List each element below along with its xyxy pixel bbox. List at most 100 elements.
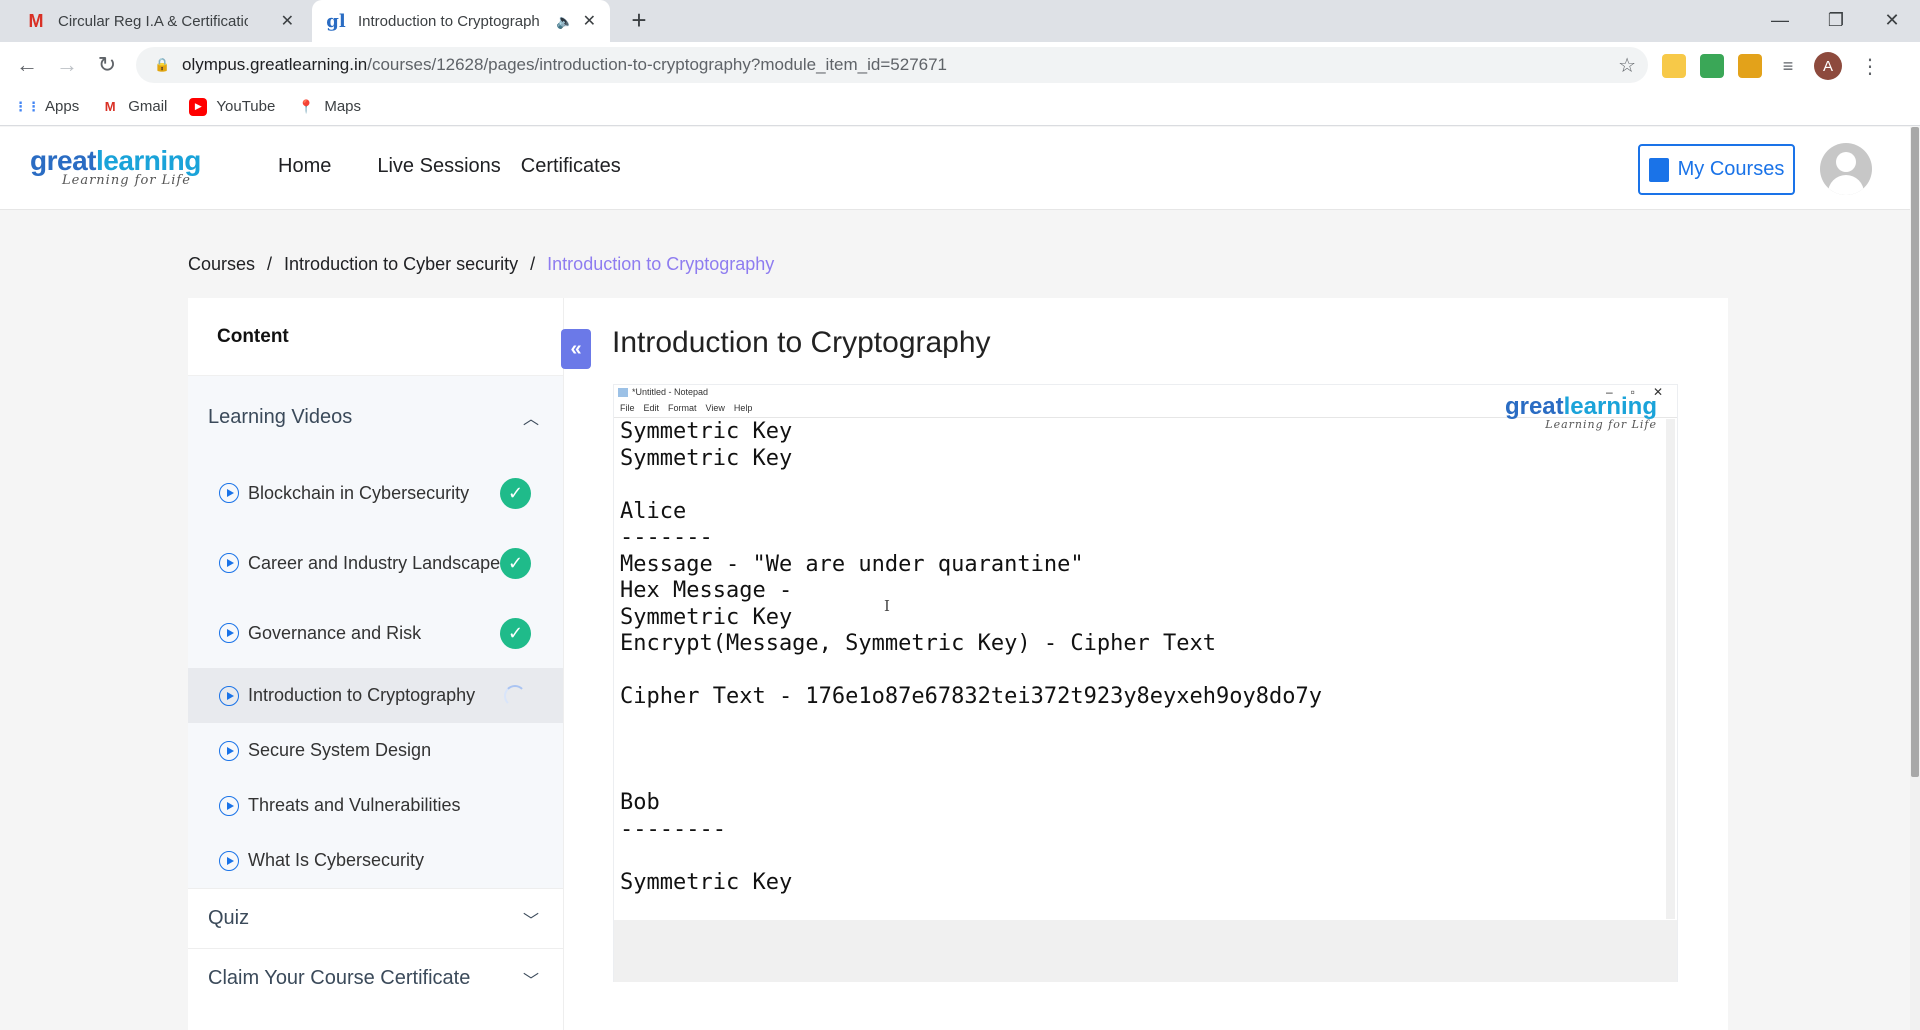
play-circle-icon: [219, 553, 239, 573]
chevron-down-icon[interactable]: ﹀: [523, 907, 539, 931]
browser-menu-icon[interactable]: ⋮: [1860, 54, 1880, 79]
notepad-line: Symmetric Key: [620, 445, 793, 471]
video-item[interactable]: Career and Industry Landscape ✓: [188, 528, 563, 598]
browser-tab-gmail[interactable]: M Circular Reg I.A & Certifications/ ✕: [12, 0, 308, 42]
notepad-line: [620, 737, 1322, 764]
bookmark-apps[interactable]: ⋮⋮ Apps: [14, 98, 80, 116]
greatlearning-logo[interactable]: greatlearning Learning for Life: [30, 145, 201, 188]
youtube-icon: ▶: [189, 97, 208, 116]
video-player[interactable]: *Untitled - Notepad File Edit Format Vie…: [613, 384, 1678, 982]
logo-tagline: Learning for Life: [62, 173, 191, 188]
bookmark-label: Gmail: [128, 98, 168, 115]
breadcrumb-course[interactable]: Introduction to Cyber security: [284, 254, 518, 275]
notepad-line: Hex Message -: [620, 578, 793, 603]
extension-money-icon[interactable]: [1738, 54, 1762, 78]
forward-icon[interactable]: →: [52, 50, 82, 80]
video-item[interactable]: Secure System Design: [188, 723, 563, 778]
media-control-icon[interactable]: ≡: [1776, 54, 1800, 78]
section-label: Quiz: [208, 907, 250, 929]
close-tab-icon[interactable]: ✕: [583, 11, 596, 31]
notepad-line: [620, 658, 1322, 685]
reload-icon[interactable]: ↻: [92, 50, 122, 80]
notepad-menu-item: Help: [733, 403, 753, 413]
scrollbar-thumb[interactable]: [1911, 127, 1919, 777]
greatlearning-favicon-icon: gl: [326, 10, 346, 32]
browser-toolbar: ← → ↻ 🔒 olympus.greatlearning.in/courses…: [0, 42, 1920, 88]
logo-great: great: [30, 145, 96, 176]
video-item[interactable]: Blockchain in Cybersecurity ✓: [188, 458, 563, 528]
section-quiz[interactable]: Quiz ﹀: [188, 888, 563, 948]
section-label: Claim Your Course Certificate: [208, 967, 471, 989]
sidebar-heading: Content: [188, 298, 563, 376]
video-item-label: Introduction to Cryptography: [248, 685, 476, 705]
notepad-line: --------: [620, 816, 726, 842]
logo-learning: learning: [95, 145, 201, 176]
page-scrollbar[interactable]: [1910, 127, 1920, 1030]
gmail-icon: M: [104, 99, 116, 114]
notepad-line: Symmetric Key: [620, 604, 793, 630]
video-item[interactable]: What Is Cybersecurity: [188, 833, 563, 888]
notepad-icon: [618, 387, 628, 397]
completed-check-icon: ✓: [500, 617, 531, 649]
url-domain: olympus.greatlearning.in: [182, 55, 368, 74]
video-frame[interactable]: *Untitled - Notepad File Edit Format Vie…: [614, 385, 1677, 920]
nav-certificates[interactable]: Certificates: [521, 155, 621, 178]
play-circle-icon: [219, 795, 239, 816]
breadcrumb-courses[interactable]: Courses: [188, 254, 255, 275]
video-item-active[interactable]: Introduction to Cryptography: [188, 668, 563, 723]
nav-live-sessions[interactable]: Live Sessions: [377, 155, 500, 178]
minimize-icon[interactable]: —: [1752, 0, 1808, 40]
audio-playing-icon[interactable]: 🔈: [556, 13, 573, 30]
video-item[interactable]: Governance and Risk ✓: [188, 598, 563, 668]
breadcrumb-separator: /: [530, 254, 536, 274]
video-item-label: Blockchain in Cybersecurity: [248, 482, 470, 503]
back-icon[interactable]: ←: [12, 50, 42, 80]
apps-grid-icon: ⋮⋮: [14, 98, 40, 114]
site-header: greatlearning Learning for Life Home Liv…: [0, 127, 1910, 210]
close-tab-icon[interactable]: ✕: [281, 11, 294, 31]
book-icon: [1648, 157, 1669, 182]
bookmark-gmail[interactable]: M Gmail: [101, 98, 168, 116]
collapse-sidebar-button[interactable]: «: [561, 329, 591, 369]
bookmark-maps[interactable]: 📍 Maps: [297, 98, 361, 116]
video-item-label: Governance and Risk: [248, 622, 422, 643]
bookmark-label: Apps: [45, 98, 80, 115]
profile-avatar[interactable]: A: [1814, 52, 1842, 80]
chevron-up-icon[interactable]: ︿: [523, 405, 539, 429]
notepad-menu-item: File: [620, 403, 635, 413]
lock-icon: 🔒: [154, 57, 171, 72]
nav-home[interactable]: Home: [278, 155, 331, 178]
close-window-icon[interactable]: ✕: [1864, 0, 1920, 40]
new-tab-button[interactable]: +: [624, 6, 654, 36]
notepad-line: [620, 711, 1322, 738]
extension-sheets-icon[interactable]: [1700, 54, 1724, 78]
video-item-label: Career and Industry Landscape: [248, 552, 501, 573]
greatlearning-watermark: greatlearning Learning for Life: [1505, 393, 1657, 431]
completed-check-icon: ✓: [500, 547, 531, 579]
video-item[interactable]: Threats and Vulnerabilities: [188, 778, 563, 833]
notepad-line: Encrypt(Message, Symmetric Key) - Cipher…: [620, 631, 1217, 656]
course-sidebar: Content Learning Videos ︿ Blockchain in …: [188, 298, 564, 1030]
bookmark-youtube[interactable]: ▶ YouTube: [189, 97, 276, 116]
section-label: Learning Videos: [208, 405, 353, 428]
video-item-label: Secure System Design: [248, 740, 432, 760]
notepad-menu-item: Format: [668, 403, 697, 413]
window-controls: — ❐ ✕: [1752, 0, 1920, 40]
user-avatar[interactable]: [1820, 143, 1872, 195]
extension-notes-icon[interactable]: [1662, 54, 1686, 78]
my-courses-button[interactable]: My Courses: [1638, 144, 1795, 195]
bookmark-label: YouTube: [216, 98, 276, 115]
chevron-down-icon[interactable]: ﹀: [523, 967, 539, 991]
browser-tab-course[interactable]: gl Introduction to Cryptograph 🔈 ✕: [312, 0, 610, 42]
address-bar[interactable]: 🔒 olympus.greatlearning.in/courses/12628…: [136, 47, 1648, 83]
main-nav: Home Live Sessions Certificates: [278, 155, 667, 178]
notepad-title: *Untitled - Notepad: [632, 387, 709, 397]
notepad-menu-item: Edit: [643, 403, 660, 413]
notepad-titlebar: *Untitled - Notepad: [618, 387, 708, 397]
bookmark-star-icon[interactable]: ☆: [1618, 53, 1636, 78]
restore-icon[interactable]: ❐: [1808, 0, 1864, 40]
video-controls-bar[interactable]: [614, 920, 1677, 982]
text-cursor-icon: I: [884, 597, 890, 615]
section-certificate[interactable]: Claim Your Course Certificate ﹀: [188, 948, 563, 1008]
section-learning-videos[interactable]: Learning Videos ︿: [188, 376, 563, 458]
